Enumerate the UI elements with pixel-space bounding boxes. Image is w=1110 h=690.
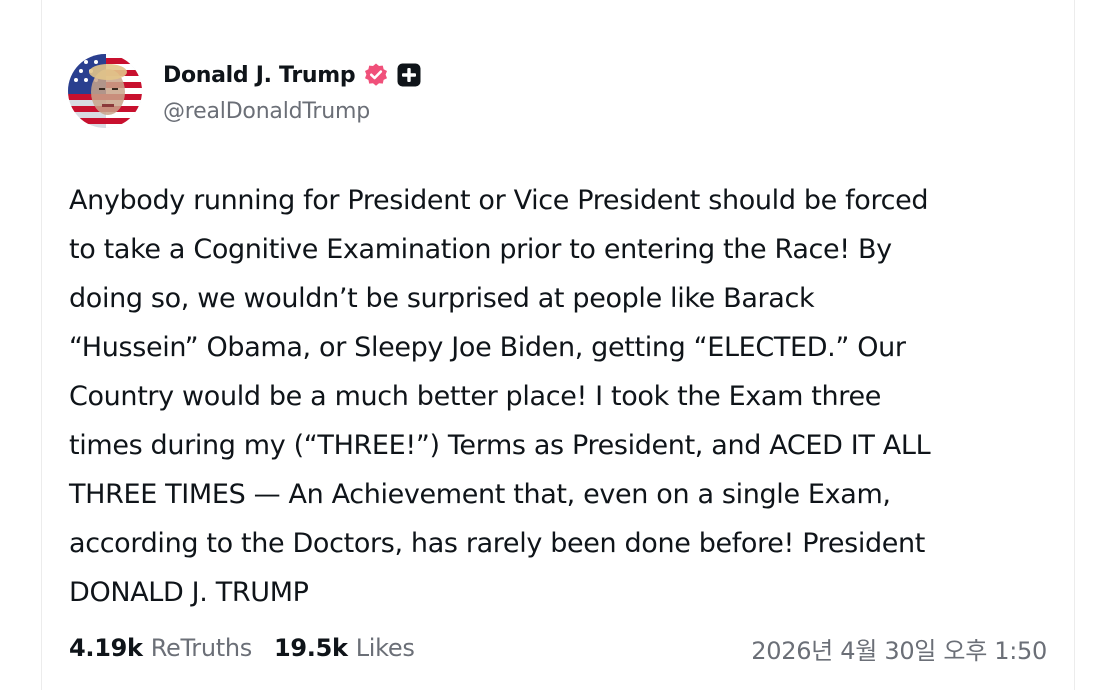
author-display-name[interactable]: Donald J. Trump: [163, 63, 356, 88]
likes-count: 19.5k: [274, 634, 348, 662]
author-handle[interactable]: @realDonaldTrump: [163, 99, 370, 124]
plus-square-icon: [397, 63, 421, 87]
retruths-count: 4.19k: [69, 634, 143, 662]
likes-label: Likes: [355, 634, 415, 662]
verified-badge-icon: [363, 62, 389, 88]
post-footer: 4.19k ReTruths 19.5k Likes 2026년 4월 30일 …: [69, 630, 1047, 666]
author-row: Donald J. Trump: [163, 60, 421, 90]
post-timestamp[interactable]: 2026년 4월 30일 오후 1:50: [751, 631, 1047, 666]
retruths-stat[interactable]: 4.19k ReTruths: [69, 634, 252, 662]
post-body-text: Anybody running for President or Vice Pr…: [69, 185, 931, 608]
avatar[interactable]: [68, 54, 142, 128]
avatar-image: [68, 54, 142, 128]
retruths-label: ReTruths: [150, 634, 253, 662]
likes-stat[interactable]: 19.5k Likes: [274, 634, 415, 662]
